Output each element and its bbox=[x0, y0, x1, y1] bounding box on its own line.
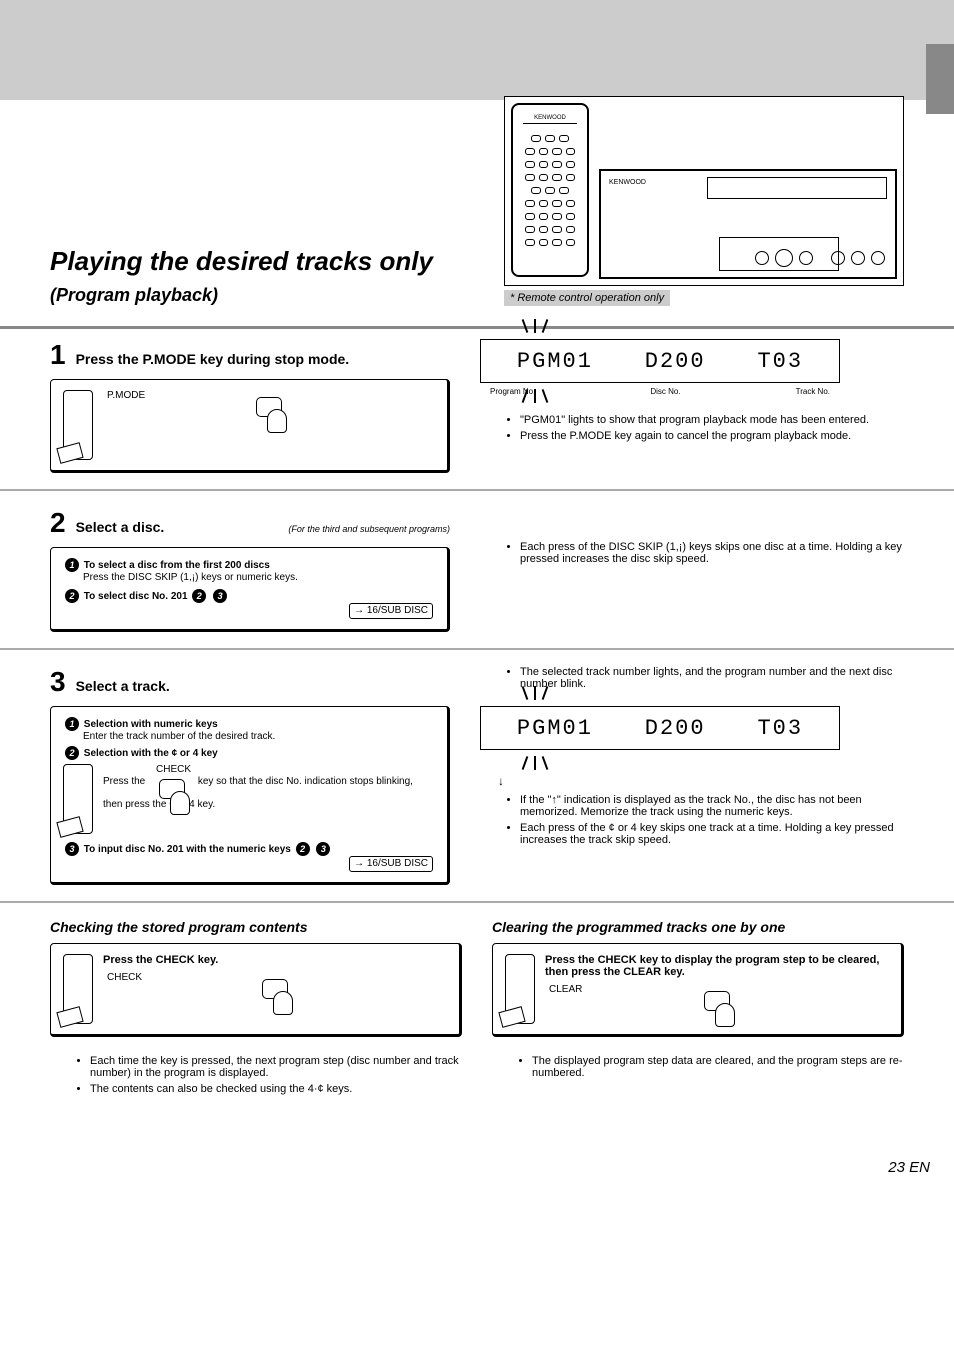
bottom-left-title: Checking the stored program contents bbox=[50, 919, 462, 935]
seg-track: T03 bbox=[757, 349, 803, 374]
device-illustration: KENWOOD KENWOOD bbox=[504, 96, 904, 286]
step-cont-2: (For the third and subsequent programs) bbox=[288, 524, 450, 534]
subdisc-keycap: → 16/SUB DISC bbox=[349, 603, 433, 619]
remote-only-note: * Remote control operation only bbox=[504, 290, 670, 306]
step-1-panel: P.MODE bbox=[50, 379, 450, 473]
step-title-3: Select a track. bbox=[76, 678, 170, 694]
unit-brand-label: KENWOOD bbox=[609, 179, 646, 186]
bottom-right-panel-text: Press the CHECK key to display the progr… bbox=[545, 954, 889, 978]
substep-2-badge: 2 bbox=[65, 746, 79, 760]
substep-ref-3-badge: 3 bbox=[213, 589, 227, 603]
display-step3: PGM01 D200 T03 bbox=[480, 706, 840, 750]
bottom-left-panel: Press the CHECK key. CHECK bbox=[50, 943, 462, 1037]
substep-2-badge: 2 bbox=[65, 589, 79, 603]
page-title-line2: (Program playback) bbox=[50, 285, 494, 306]
step-3-panel: 1 Selection with numeric keys Enter the … bbox=[50, 706, 450, 885]
bottom-right-panel: Press the CHECK key to display the progr… bbox=[492, 943, 904, 1037]
remote-illustration: KENWOOD bbox=[511, 103, 589, 277]
col-label-c: Track No. bbox=[796, 387, 830, 396]
s3-sub1-text: Enter the track number of the desired tr… bbox=[83, 731, 435, 742]
bottom-right-title: Clearing the programmed tracks one by on… bbox=[492, 919, 904, 935]
s3-sub2-post: key so that the disc No. indication stop… bbox=[103, 776, 413, 810]
substep-ref-2-badge: 2 bbox=[192, 589, 206, 603]
s3-sub1-title: Selection with numeric keys bbox=[84, 719, 218, 730]
s3-sub2-title: Selection with the ¢ or 4 key bbox=[84, 748, 218, 759]
press-hand-icon bbox=[273, 991, 293, 1015]
s2-sub1-text: Press the DISC SKIP (1,¡) keys or numeri… bbox=[83, 572, 435, 583]
step-number-3: 3 bbox=[50, 666, 66, 698]
mini-remote-icon bbox=[63, 764, 93, 834]
press-hand-icon bbox=[715, 1003, 735, 1027]
s3-sub2-pre: Press the bbox=[103, 776, 145, 787]
page-number: 23 EN bbox=[888, 1159, 930, 1176]
seg-disc: D200 bbox=[645, 349, 706, 374]
s2-sub1-title: To select a disc from the first 200 disc… bbox=[84, 560, 270, 571]
seg-track: T03 bbox=[757, 716, 803, 741]
col-label-b: Disc No. bbox=[650, 387, 680, 396]
press-hand-icon bbox=[267, 409, 287, 433]
bottom-left-panel-text: Press the CHECK key. bbox=[103, 954, 447, 966]
mini-remote-icon bbox=[505, 954, 535, 1024]
substep-3-badge: 3 bbox=[65, 842, 79, 856]
unit-illustration: KENWOOD bbox=[599, 169, 897, 279]
remote-brand-label: KENWOOD bbox=[513, 115, 587, 121]
step-2-panel: 1 To select a disc from the first 200 di… bbox=[50, 547, 450, 632]
step2-bullet: Each press of the DISC SKIP (1,¡) keys s… bbox=[520, 541, 904, 565]
step-title-1: Press the P.MODE key during stop mode. bbox=[76, 351, 350, 367]
substep-1-badge: 1 bbox=[65, 558, 79, 572]
bottom-left-bullet-2: The contents can also be checked using t… bbox=[90, 1083, 462, 1095]
divider bbox=[0, 326, 954, 329]
step3-bullet-a: If the "↑" indication is displayed as th… bbox=[520, 794, 904, 818]
s2-sub2-title: To select disc No. 201 bbox=[84, 591, 188, 602]
step3-bullet-r: The selected track number lights, and th… bbox=[520, 666, 904, 690]
seg-pgm: PGM01 bbox=[517, 716, 593, 741]
divider bbox=[0, 648, 954, 650]
substep-ref-3-badge: 3 bbox=[316, 842, 330, 856]
subdisc-keycap: → 16/SUB DISC bbox=[349, 856, 433, 872]
press-hand-icon bbox=[170, 791, 190, 815]
language-tab bbox=[926, 44, 954, 114]
s3-sub3-title: To input disc No. 201 with the numeric k… bbox=[84, 844, 291, 855]
step1-bullet-2: Press the P.MODE key again to cancel the… bbox=[520, 430, 904, 442]
mini-remote-icon bbox=[63, 390, 93, 460]
mini-remote-icon bbox=[63, 954, 93, 1024]
step1-bullet-1: "PGM01" lights to show that program play… bbox=[520, 414, 904, 426]
divider bbox=[0, 489, 954, 491]
bottom-left-bullet-1: Each time the key is pressed, the next p… bbox=[90, 1055, 462, 1079]
substep-ref-2-badge: 2 bbox=[296, 842, 310, 856]
seg-pgm: PGM01 bbox=[517, 349, 593, 374]
step3-bullet-b: Each press of the ¢ or 4 key skips one t… bbox=[520, 822, 904, 846]
step-title-2: Select a disc. bbox=[76, 519, 165, 535]
step-number-2: 2 bbox=[50, 507, 66, 539]
step-number-1: 1 bbox=[50, 339, 66, 371]
substep-1-badge: 1 bbox=[65, 717, 79, 731]
bottom-right-bullet: The displayed program step data are clea… bbox=[532, 1055, 904, 1079]
display-step1: PGM01 D200 T03 bbox=[480, 339, 840, 383]
page-title-line1: Playing the desired tracks only bbox=[50, 246, 494, 277]
seg-disc: D200 bbox=[645, 716, 706, 741]
divider bbox=[0, 901, 954, 903]
check-key-label: CHECK bbox=[156, 764, 191, 775]
